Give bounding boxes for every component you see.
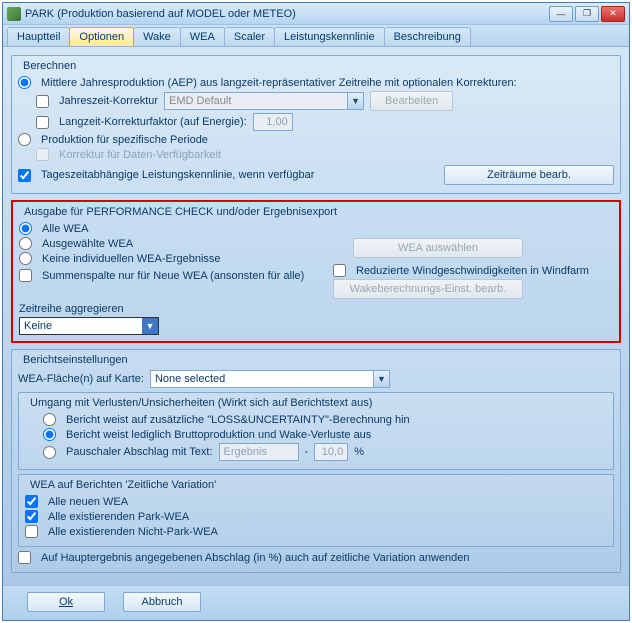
label-summenspalte: Summenspalte nur für Neue WEA (ansonsten… — [42, 270, 304, 282]
check-jahreszeit[interactable] — [36, 95, 49, 108]
tab-leistungskennlinie[interactable]: Leistungskennlinie — [274, 27, 385, 46]
content-area: Berechnen Mittlere Jahresproduktion (AEP… — [3, 47, 629, 585]
tab-wea[interactable]: WEA — [180, 27, 225, 46]
input-pauschal-text[interactable]: Ergebnis — [219, 443, 299, 461]
radio-alle-wea[interactable] — [19, 222, 32, 235]
check-reduzierte-wind[interactable] — [333, 264, 346, 277]
app-icon — [7, 7, 21, 21]
radio-spezifische-periode[interactable] — [18, 133, 31, 146]
app-window: PARK (Produktion basierend auf MODEL ode… — [2, 2, 630, 621]
tab-beschreibung[interactable]: Beschreibung — [384, 27, 471, 46]
button-bearbeiten-jahreszeit[interactable]: Bearbeiten — [370, 91, 453, 111]
radio-brutto-wake[interactable] — [43, 428, 56, 441]
tab-optionen[interactable]: Optionen — [69, 27, 134, 46]
label-dash: - — [305, 446, 309, 458]
select-jahreszeit[interactable]: EMD Default ▼ — [164, 92, 364, 110]
group-berichtseinstellungen: Berichtseinstellungen WEA-Fläche(n) auf … — [11, 349, 621, 573]
check-langzeit[interactable] — [36, 116, 49, 129]
chevron-down-icon: ▼ — [142, 318, 158, 334]
footer: Ok Abbruch — [3, 585, 629, 620]
select-wea-flaeche[interactable]: None selected ▼ — [150, 370, 390, 388]
label-jahreszeit: Jahreszeit-Korrektur — [59, 95, 158, 107]
radio-ausgewaehlte-wea[interactable] — [19, 237, 32, 250]
label-ausgewaehlte-wea: Ausgewählte WEA — [42, 238, 133, 250]
group-verluste: Umgang mit Verlusten/Unsicherheiten (Wir… — [18, 392, 614, 470]
chevron-down-icon: ▼ — [373, 371, 389, 387]
label-verfuegbarkeit: Korrektur für Daten-Verfügbarkeit — [59, 149, 221, 161]
select-zeitreihe-value: Keine — [24, 320, 52, 332]
button-zeitraeume-bearb[interactable]: Zeiträume bearb. — [444, 165, 614, 185]
label-exist-park-wea: Alle existierenden Park-WEA — [48, 511, 189, 523]
legend-ausgabe: Ausgabe für PERFORMANCE CHECK und/oder E… — [21, 206, 340, 218]
input-pauschal-prozent-value: 10,0 — [322, 446, 343, 458]
label-aep: Mittlere Jahresproduktion (AEP) aus lang… — [41, 77, 517, 89]
select-zeitreihe-agg[interactable]: Keine ▼ — [19, 317, 159, 335]
label-spezifische-periode: Produktion für spezifische Periode — [41, 134, 208, 146]
radio-aep[interactable] — [18, 76, 31, 89]
group-berechnen: Berechnen Mittlere Jahresproduktion (AEP… — [11, 55, 621, 194]
group-ausgabe: Ausgabe für PERFORMANCE CHECK und/oder E… — [11, 200, 621, 343]
close-button[interactable]: ✕ — [601, 6, 625, 22]
radio-loss-uncertainty[interactable] — [43, 413, 56, 426]
label-neue-wea: Alle neuen WEA — [48, 496, 128, 508]
tab-wake[interactable]: Wake — [133, 27, 181, 46]
window-buttons: — ❐ ✕ — [549, 6, 625, 22]
button-wea-auswaehlen[interactable]: WEA auswählen — [353, 238, 523, 258]
button-wake-einst[interactable]: Wakeberechnungs-Einst. bearb. — [333, 279, 523, 299]
legend-bericht: Berichtseinstellungen — [20, 354, 131, 366]
label-hauptergebnis-abschlag: Auf Hauptergebnis angegebenen Abschlag (… — [41, 552, 469, 564]
check-summenspalte[interactable] — [19, 269, 32, 282]
label-percent: % — [354, 446, 364, 458]
label-pauschal: Pauschaler Abschlag mit Text: — [66, 446, 213, 458]
chevron-down-icon: ▼ — [347, 93, 363, 109]
label-zeitreihe-agg: Zeitreihe aggregieren — [19, 303, 613, 315]
check-neue-wea[interactable] — [25, 495, 38, 508]
legend-berechnen: Berechnen — [20, 60, 79, 72]
input-langzeit-value: 1,00 — [266, 116, 287, 128]
tab-scaler[interactable]: Scaler — [224, 27, 275, 46]
select-jahreszeit-value: EMD Default — [169, 95, 231, 107]
check-verfuegbarkeit — [36, 148, 49, 161]
tab-hauptteil[interactable]: Hauptteil — [7, 27, 70, 46]
label-alle-wea: Alle WEA — [42, 223, 88, 235]
window-title: PARK (Produktion basierend auf MODEL ode… — [25, 8, 549, 20]
input-pauschal-prozent[interactable]: 10,0 — [314, 443, 348, 461]
maximize-button[interactable]: ❐ — [575, 6, 599, 22]
radio-keine-wea[interactable] — [19, 252, 32, 265]
check-exist-nichtpark-wea[interactable] — [25, 525, 38, 538]
titlebar: PARK (Produktion basierend auf MODEL ode… — [3, 3, 629, 25]
label-langzeit: Langzeit-Korrekturfaktor (auf Energie): — [59, 116, 247, 128]
label-keine-wea: Keine individuellen WEA-Ergebnisse — [42, 253, 221, 265]
input-langzeit-faktor[interactable]: 1,00 — [253, 113, 293, 131]
label-wea-flaeche: WEA-Fläche(n) auf Karte: — [18, 373, 144, 385]
label-loss-uncertainty: Bericht weist auf zusätzliche "LOSS&UNCE… — [66, 414, 410, 426]
group-zeitliche-variation: WEA auf Berichten 'Zeitliche Variation' … — [18, 474, 614, 547]
button-ok[interactable]: Ok — [27, 592, 105, 612]
button-abbruch[interactable]: Abbruch — [123, 592, 201, 612]
check-exist-park-wea[interactable] — [25, 510, 38, 523]
legend-zeitvar: WEA auf Berichten 'Zeitliche Variation' — [27, 479, 219, 491]
select-wea-flaeche-value: None selected — [155, 373, 225, 385]
check-tageszeit-kennlinie[interactable] — [18, 169, 31, 182]
legend-verluste: Umgang mit Verlusten/Unsicherheiten (Wir… — [27, 397, 375, 409]
label-tageszeit-kennlinie: Tageszeitabhängige Leistungskennlinie, w… — [41, 169, 314, 181]
input-pauschal-text-value: Ergebnis — [224, 446, 267, 458]
label-reduzierte-wind: Reduzierte Windgeschwindigkeiten in Wind… — [356, 265, 589, 277]
check-hauptergebnis-abschlag[interactable] — [18, 551, 31, 564]
minimize-button[interactable]: — — [549, 6, 573, 22]
label-brutto-wake: Bericht weist lediglich Bruttoproduktion… — [66, 429, 371, 441]
radio-pauschal[interactable] — [43, 446, 56, 459]
tab-bar: Hauptteil Optionen Wake WEA Scaler Leist… — [3, 25, 629, 47]
label-exist-nichtpark-wea: Alle existierenden Nicht-Park-WEA — [48, 526, 218, 538]
